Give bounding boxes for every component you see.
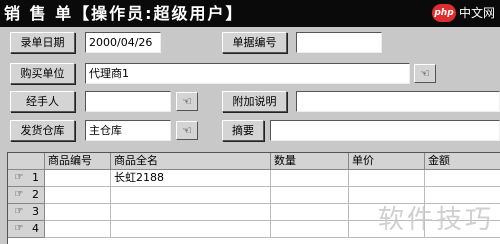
handler-button[interactable]: 经手人: [10, 91, 75, 112]
table-cell[interactable]: [111, 204, 271, 221]
table-cell[interactable]: [45, 204, 111, 221]
column-header[interactable]: 单价: [349, 153, 425, 170]
row-number: 4: [32, 222, 39, 235]
window-title: 销 售 单【操作员:超级用户】: [4, 4, 244, 23]
handler-lookup-button[interactable]: ☜: [176, 92, 198, 111]
column-header[interactable]: 商品全名: [111, 153, 271, 170]
note-button[interactable]: 附加说明: [222, 91, 287, 112]
doc-number-button[interactable]: 单据编号: [222, 32, 287, 53]
doc-number-field[interactable]: [296, 32, 382, 53]
pointing-hand-icon: ☞: [14, 172, 24, 183]
table-cell[interactable]: [271, 221, 349, 238]
logo-text: 中文网: [459, 6, 496, 20]
table-row-header[interactable]: ☞ 3: [8, 204, 45, 221]
column-header[interactable]: 数量: [271, 153, 349, 170]
table-corner: [8, 153, 45, 170]
table-cell[interactable]: [45, 170, 111, 187]
handler-field[interactable]: [85, 91, 171, 112]
table-row-header[interactable]: ☞ 1: [8, 170, 45, 187]
watermark: 软件技巧: [377, 205, 494, 235]
table-cell[interactable]: [45, 187, 111, 204]
warehouse-lookup-button[interactable]: ☜: [176, 121, 198, 140]
warehouse-field[interactable]: 主仓库: [85, 120, 171, 141]
table-cell[interactable]: [111, 221, 271, 238]
warehouse-button[interactable]: 发货仓库: [10, 120, 75, 141]
entry-date-field[interactable]: 2000/04/26: [85, 32, 161, 53]
buyer-field[interactable]: 代理商1: [85, 63, 410, 84]
table-cell[interactable]: [271, 170, 349, 187]
summary-field[interactable]: [270, 120, 500, 141]
column-header[interactable]: 商品编号: [45, 153, 111, 170]
pointing-hand-icon: ☜: [420, 67, 430, 80]
table-cell[interactable]: [271, 204, 349, 221]
table-cell[interactable]: [111, 187, 271, 204]
summary-button[interactable]: 摘要: [222, 120, 264, 141]
table-row-header[interactable]: ☞ 4: [8, 221, 45, 238]
row-number: 2: [32, 188, 39, 201]
table-cell[interactable]: [271, 187, 349, 204]
table-cell[interactable]: 长虹2188: [111, 170, 271, 187]
row-number: 1: [32, 171, 39, 184]
column-header[interactable]: 金额: [425, 153, 500, 170]
window-title-bar: 销 售 单【操作员:超级用户】 php 中文网: [0, 0, 500, 27]
buyer-button[interactable]: 购买单位: [10, 63, 75, 84]
table-cell[interactable]: [45, 221, 111, 238]
logo-badge: php: [432, 4, 456, 22]
pointing-hand-icon: ☞: [14, 223, 24, 234]
pointing-hand-icon: ☜: [182, 124, 192, 137]
entry-date-button[interactable]: 录单日期: [10, 32, 75, 53]
row-number: 3: [32, 205, 39, 218]
pointing-hand-icon: ☜: [182, 95, 192, 108]
pointing-hand-icon: ☞: [14, 206, 24, 217]
note-field[interactable]: [296, 91, 500, 112]
site-logo: php 中文网: [432, 3, 496, 23]
table-cell[interactable]: [425, 170, 500, 187]
table-cell[interactable]: [349, 170, 425, 187]
table-row-header[interactable]: ☞ 2: [8, 187, 45, 204]
pointing-hand-icon: ☞: [14, 189, 24, 200]
buyer-lookup-button[interactable]: ☜: [414, 64, 436, 83]
